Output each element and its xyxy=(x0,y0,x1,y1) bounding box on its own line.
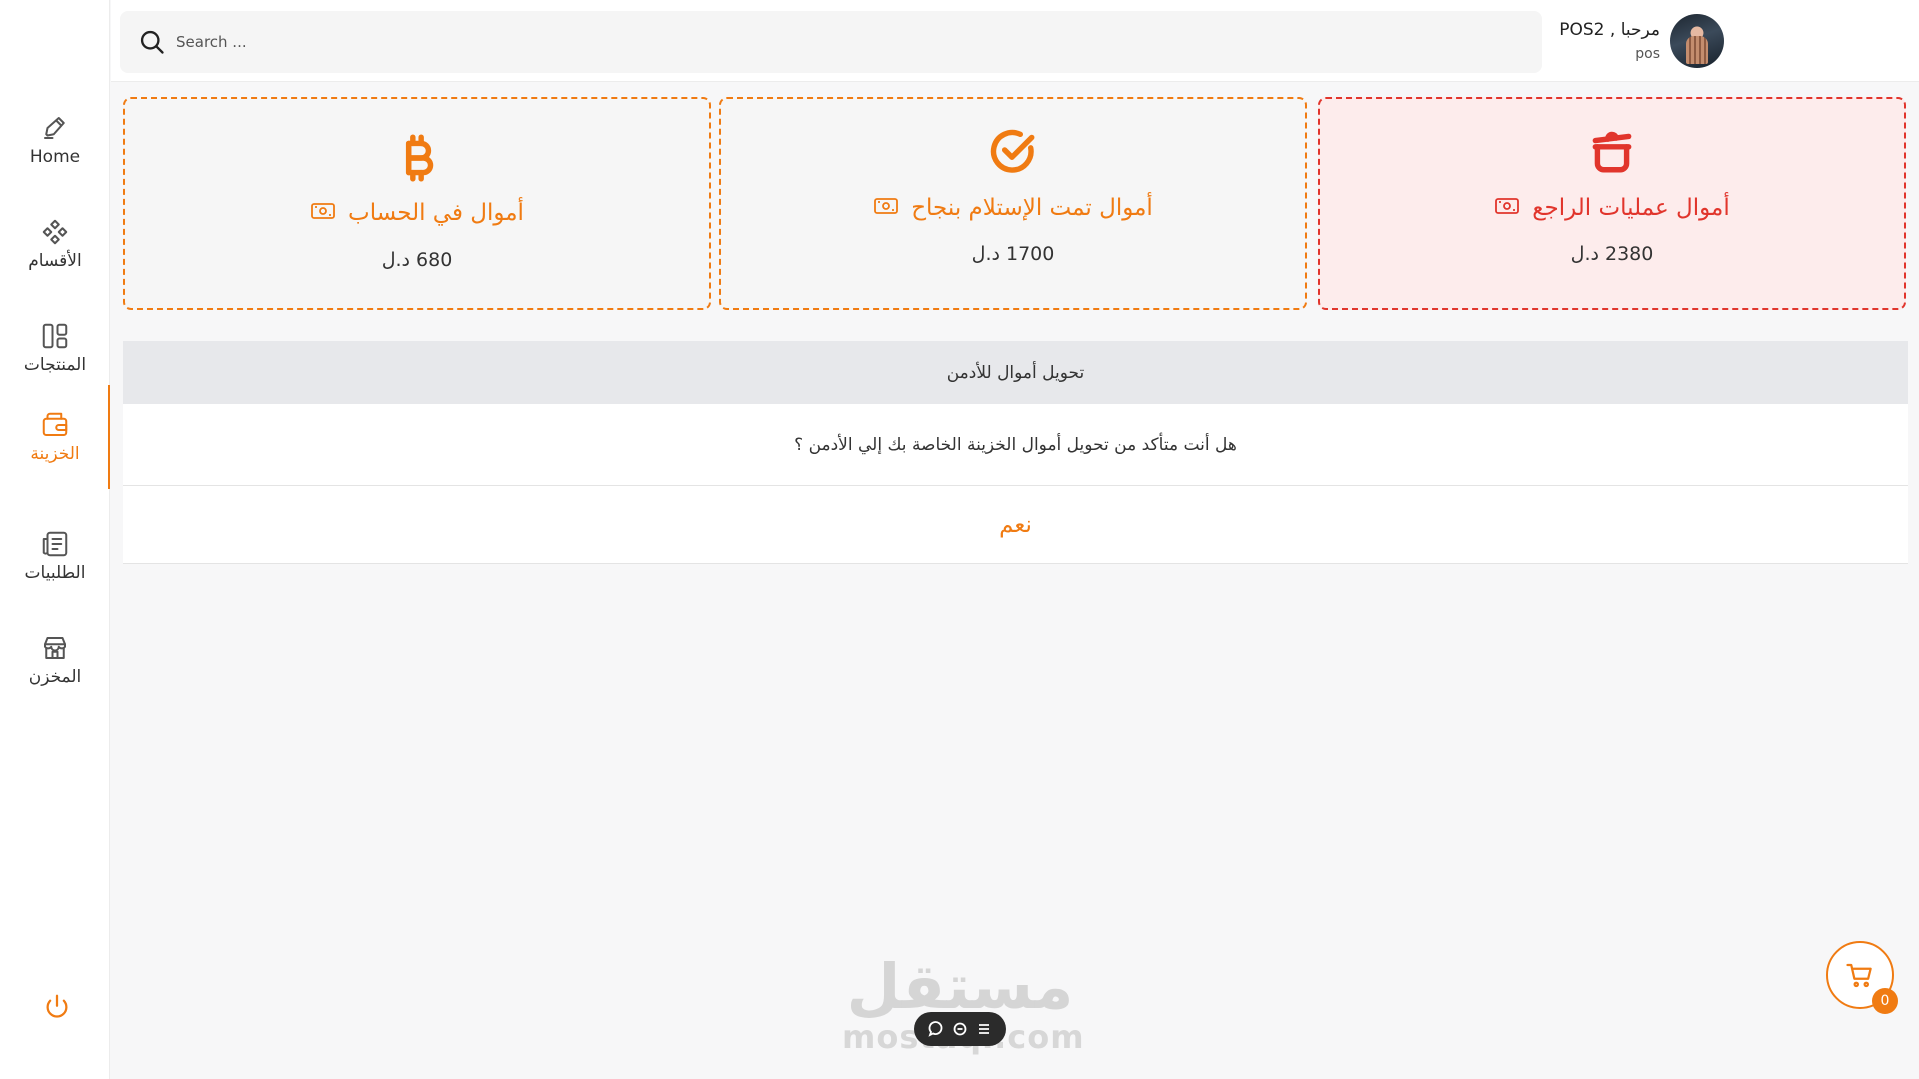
top-header: مرحبا , POS2 pos xyxy=(111,0,1919,82)
confirm-transfer-button[interactable]: نعم xyxy=(999,512,1032,538)
comment-icon[interactable] xyxy=(928,1021,944,1037)
sidebar-item-home[interactable]: Home xyxy=(0,88,110,192)
sidebar-item-categories[interactable]: الأقسام xyxy=(0,192,110,296)
menu-icon[interactable] xyxy=(976,1021,992,1037)
chat-icon[interactable] xyxy=(952,1021,968,1037)
search-input[interactable] xyxy=(176,33,1476,51)
card-title: أموال تمت الإستلام بنجاح xyxy=(911,195,1153,221)
sidebar-item-label: المنتجات xyxy=(23,355,87,375)
sidebar-item-label: المخزن xyxy=(28,667,82,687)
cart-count-badge: 0 xyxy=(1872,988,1898,1014)
sidebar-item-label: الطلبيات xyxy=(24,563,86,583)
card-amount: 680 د.ل xyxy=(381,249,453,271)
logout-button[interactable] xyxy=(42,992,72,1022)
bitcoin-icon xyxy=(392,133,442,183)
sidebar-item-label: Home xyxy=(29,147,81,167)
home-edit-icon xyxy=(44,117,65,139)
pot-icon xyxy=(1587,126,1637,176)
sidebar: Home الأقسام المنتجات الخزينة الطلبيات ا… xyxy=(0,0,110,1079)
card-amount: 2380 د.ل xyxy=(1570,243,1654,265)
user-role: pos xyxy=(1635,46,1660,62)
user-profile[interactable]: مرحبا , POS2 pos xyxy=(1556,14,1726,70)
money-icon xyxy=(310,201,336,225)
transfer-panel-header: تحويل أموال للأدمن xyxy=(123,341,1908,404)
card-title: أموال عمليات الراجع xyxy=(1532,195,1730,221)
store-icon xyxy=(44,637,66,659)
avatar[interactable] xyxy=(1670,14,1724,68)
power-icon xyxy=(46,994,68,1018)
search-icon[interactable] xyxy=(138,28,166,56)
floating-toolbar xyxy=(914,1012,1006,1046)
check-circle-icon xyxy=(988,126,1038,176)
transfer-panel-footer: نعم xyxy=(123,486,1908,564)
sidebar-item-store[interactable]: المخزن xyxy=(0,608,110,712)
account-money-card: أموال في الحساب 680 د.ل xyxy=(123,97,711,310)
user-greeting: مرحبا , POS2 xyxy=(1559,20,1660,40)
cart-icon xyxy=(1846,963,1872,988)
sidebar-item-label: الأقسام xyxy=(28,251,82,271)
money-icon xyxy=(1494,196,1520,220)
received-money-card: أموال تمت الإستلام بنجاح 1700 د.ل xyxy=(719,97,1307,310)
wallet-icon xyxy=(42,412,68,436)
orders-icon xyxy=(42,531,68,557)
money-icon xyxy=(873,196,899,220)
card-title: أموال في الحساب xyxy=(348,200,524,226)
products-grid-icon xyxy=(42,323,68,349)
search-bar xyxy=(120,11,1542,73)
card-amount: 1700 د.ل xyxy=(971,243,1055,265)
sidebar-item-label: الخزينة xyxy=(30,444,80,464)
categories-icon xyxy=(42,219,68,245)
transfer-confirm-question: هل أنت متأكد من تحويل أموال الخزينة الخا… xyxy=(123,404,1908,486)
returns-money-card: أموال عمليات الراجع 2380 د.ل xyxy=(1318,97,1906,310)
sidebar-item-orders[interactable]: الطلبيات xyxy=(0,504,110,608)
sidebar-item-treasury[interactable]: الخزينة xyxy=(0,385,110,489)
